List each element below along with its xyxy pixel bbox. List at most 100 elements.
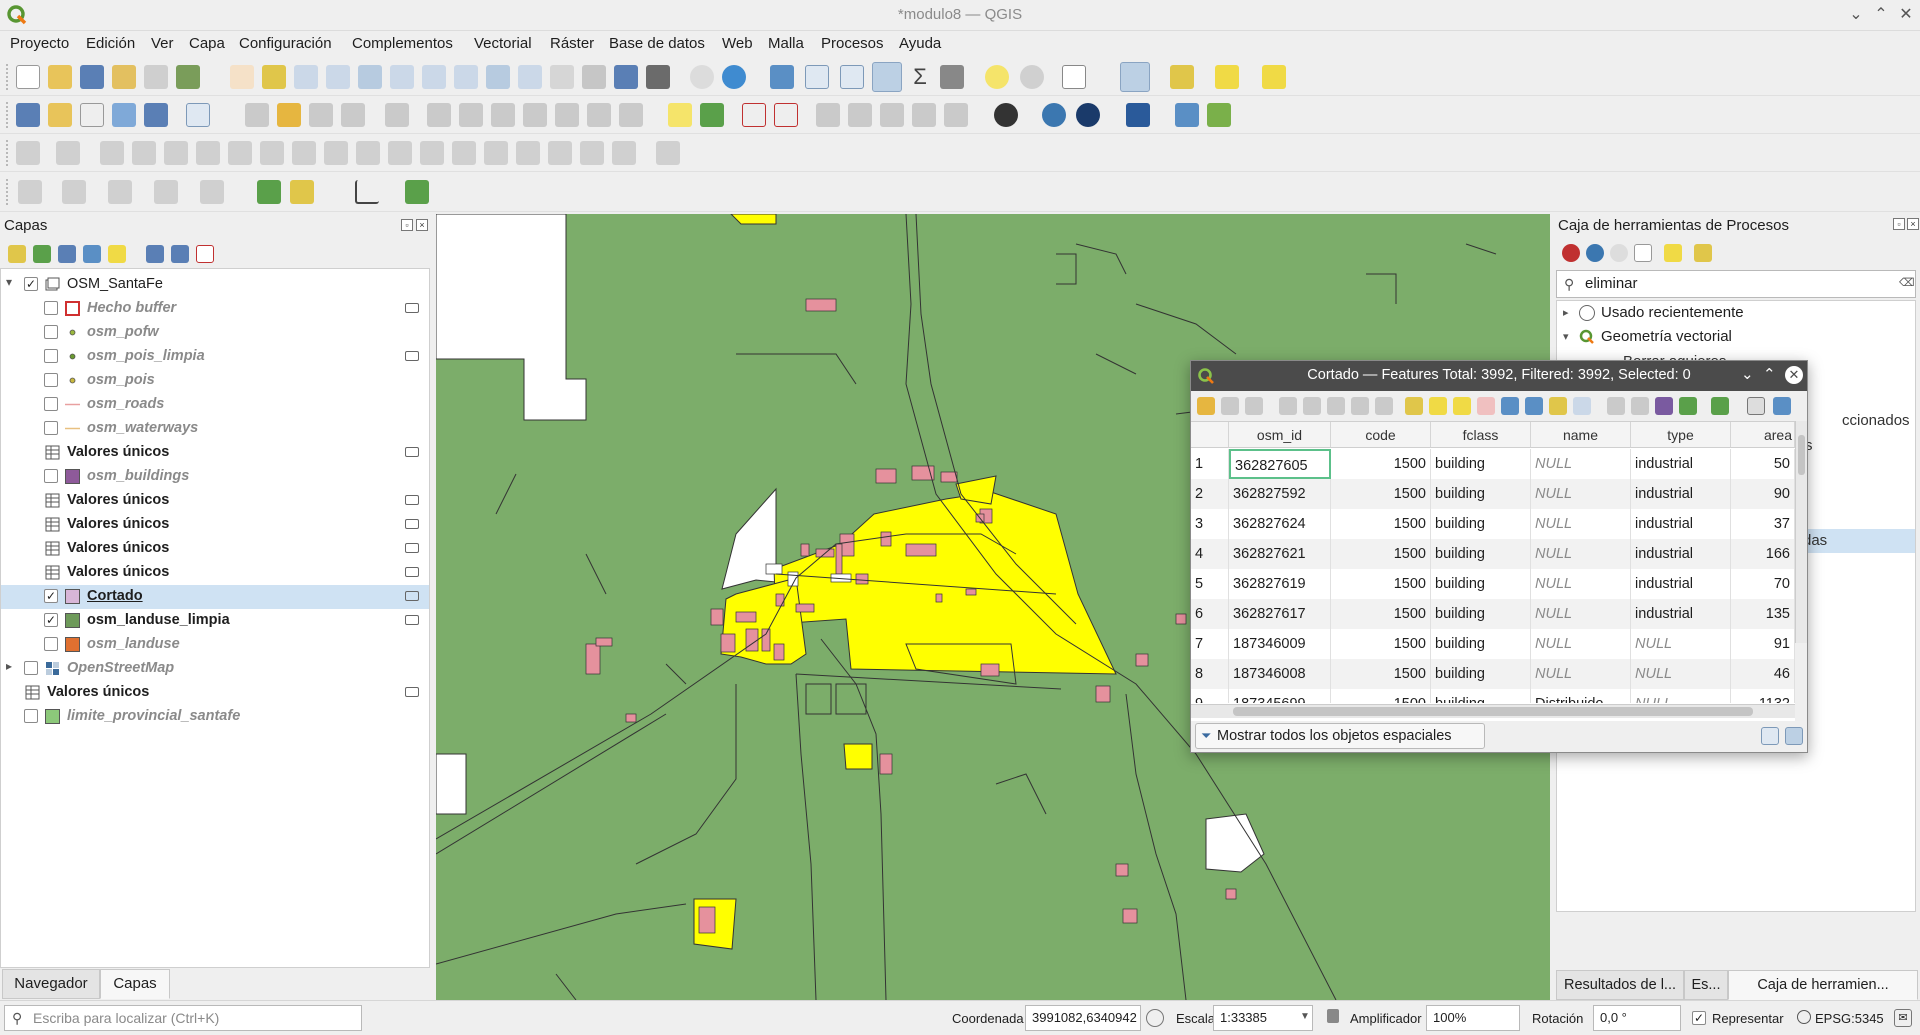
manage-visibility-icon[interactable] [58,245,76,263]
table-cell-osm-id[interactable]: 187346008 [1229,659,1331,689]
layer-checkbox[interactable] [44,373,58,387]
layer-row[interactable]: osm_pofw [1,321,429,345]
conditional-formatting-icon[interactable] [1679,397,1697,415]
table-cell-code[interactable]: 1500 [1331,569,1431,599]
new-shapefile-icon[interactable] [80,103,104,127]
layer-row-selected[interactable]: ✓ Cortado [1,585,429,609]
maximize-icon[interactable]: ⌃ [1871,5,1891,25]
save-edits-icon[interactable] [1245,397,1263,415]
layer-indicator-icon[interactable] [405,615,419,625]
new-spatialite-icon[interactable] [112,103,136,127]
filter-select-icon[interactable] [1501,397,1519,415]
tree-item-recent[interactable]: Usado recientemente [1601,304,1744,321]
add-group-icon[interactable] [33,245,51,263]
layer-checkbox[interactable] [24,709,38,723]
digitize-tool-icon[interactable] [16,141,40,165]
split-parts-icon[interactable] [484,141,508,165]
zoom-layer-icon[interactable] [422,65,446,89]
layer-row[interactable]: Valores únicos [1,537,429,561]
menu-edicion[interactable]: Edición [86,35,135,52]
table-cell-code[interactable]: 1500 [1331,599,1431,629]
minimize-icon[interactable]: ⌄ [1741,365,1754,383]
column-header[interactable]: name [1531,422,1631,448]
table-cell-area[interactable]: 46 [1731,659,1795,689]
toolbar-grip[interactable] [6,140,10,166]
style-manager-icon[interactable] [176,65,200,89]
table-cell-name[interactable]: NULL [1531,509,1631,539]
chevron-down-icon[interactable]: ▼ [1300,1011,1310,1022]
layer-checkbox[interactable]: ✓ [24,277,38,291]
table-cell-area[interactable]: 90 [1731,479,1795,509]
table-row[interactable]: 6 362827617 1500 building NULL industria… [1191,599,1795,629]
clear-search-icon[interactable]: ⌫ [1899,276,1915,289]
select-location-icon[interactable] [1262,65,1286,89]
layer-indicator-icon[interactable] [405,303,419,313]
move-label-icon[interactable] [848,103,872,127]
layer-row[interactable]: osm_waterways [1,417,429,441]
fill-ring-icon[interactable] [228,141,252,165]
tab-capas[interactable]: Capas [100,969,170,999]
current-edits-icon[interactable] [245,103,269,127]
table-cell-fclass[interactable]: building [1431,539,1531,569]
industrial-area[interactable] [843,743,873,770]
add-vector-layer-icon[interactable] [186,103,210,127]
close-dialog-icon[interactable]: ✕ [1785,366,1803,384]
rotate-label-icon[interactable] [880,103,904,127]
shape-digitize-icon[interactable] [656,141,680,165]
delete-selected-icon[interactable] [459,103,483,127]
table-cell-name[interactable]: NULL [1531,479,1631,509]
save-project-icon[interactable] [80,65,104,89]
open-project-icon[interactable] [48,65,72,89]
magnifier-field[interactable]: 100% [1426,1005,1520,1031]
table-cell-fclass[interactable]: building [1431,479,1531,509]
map-tips-icon[interactable] [985,65,1009,89]
select-expression-icon[interactable] [1405,397,1423,415]
attribute-table-dialog[interactable]: Cortado — Features Total: 3992, Filtered… [1190,360,1808,753]
table-cell-type[interactable]: industrial [1631,539,1731,569]
georeferencer-icon[interactable] [1175,103,1199,127]
options-icon[interactable] [1694,244,1712,262]
models-icon[interactable] [1562,244,1580,262]
menu-complementos[interactable]: Complementos [352,35,453,52]
layer-indicator-icon[interactable] [405,495,419,505]
form-view-icon[interactable] [1761,727,1779,745]
zoom-full-icon[interactable] [358,65,382,89]
attribute-grid[interactable]: osm_id code fclass name type area 1 3628… [1191,421,1795,721]
layer-row[interactable]: Valores únicos [1,561,429,585]
open-attribute-table-icon[interactable] [805,65,829,89]
table-row[interactable]: 3 362827624 1500 building NULL industria… [1191,509,1795,539]
scrollbar-thumb[interactable] [1798,435,1805,475]
row-number[interactable]: 5 [1191,569,1229,599]
table-cell-fclass[interactable]: building [1431,449,1531,479]
layer-indicator-icon[interactable] [405,351,419,361]
vertical-scrollbar[interactable] [1795,421,1807,643]
layer-row[interactable]: osm_pois_limpia [1,345,429,369]
new-map-view-icon[interactable] [550,65,574,89]
table-cell-area[interactable]: 135 [1731,599,1795,629]
data-source-manager-icon[interactable] [16,103,40,127]
column-header[interactable]: osm_id [1229,422,1331,448]
tab-results[interactable]: Resultados de l... [1556,970,1684,1000]
collapse-arrow-icon[interactable]: ▾ [6,275,12,289]
pan-to-selection-icon[interactable] [262,65,286,89]
add-polygon-icon[interactable] [154,180,178,204]
layer-row[interactable]: osm_buildings [1,465,429,489]
menu-ayuda[interactable]: Ayuda [899,35,941,52]
layer-indicator-icon[interactable] [405,519,419,529]
table-cell-fclass[interactable]: building [1431,569,1531,599]
table-cell-code[interactable]: 1500 [1331,659,1431,689]
close-panel-icon[interactable]: × [416,219,428,231]
bookmark-icon[interactable] [614,65,638,89]
tree-item-vector-geometry[interactable]: Geometría vectorial [1601,328,1732,345]
column-header[interactable]: type [1631,422,1731,448]
coordinate-field[interactable]: 3991082,6340942 [1025,1005,1141,1031]
pan-selected-icon[interactable] [1549,397,1567,415]
osm-place-search-icon[interactable] [1076,103,1100,127]
expand-arrow-icon[interactable]: ▸ [6,659,12,673]
layer-checkbox[interactable] [44,469,58,483]
float-panel-icon[interactable]: ▫ [1893,218,1905,230]
table-cell-name[interactable]: NULL [1531,629,1631,659]
lock-icon[interactable] [1327,1009,1339,1023]
organize-columns-icon[interactable] [1655,397,1673,415]
processing-search-input[interactable]: eliminar [1556,270,1916,298]
